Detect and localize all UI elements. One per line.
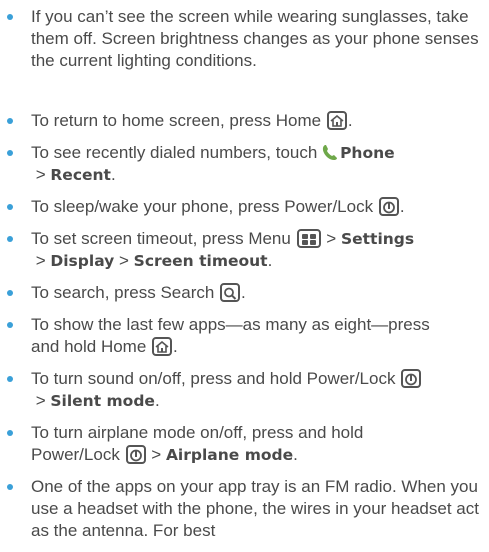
separator: > <box>31 165 51 184</box>
tip-text: To set screen timeout, press Menu <box>31 229 291 248</box>
tip-screen-timeout: To set screen timeout, press Menu > Sett… <box>0 228 489 272</box>
bullet-icon <box>7 118 13 124</box>
tip-text-end: . <box>154 391 160 410</box>
power-key-icon <box>125 445 146 464</box>
bullet-icon <box>7 484 13 490</box>
tip-home: To return to home screen, press Home . <box>0 110 489 132</box>
power-key-icon <box>401 369 422 388</box>
bullet-icon <box>7 376 13 382</box>
phone-icon <box>322 145 338 160</box>
bullet-icon <box>7 236 13 242</box>
tip-fm-radio: One of the apps on your app tray is an F… <box>0 476 489 542</box>
tip-text-end: . <box>267 251 273 270</box>
bullet-icon <box>7 150 13 156</box>
tip-text-end: . <box>293 445 298 464</box>
tip-sunglasses: If you can’t see the screen while wearin… <box>0 6 489 72</box>
recent-label: Recent <box>50 166 111 184</box>
power-key-icon <box>378 197 399 216</box>
tip-text-end: . <box>347 111 353 130</box>
tip-sleep-wake: To sleep/wake your phone, press Power/Lo… <box>0 196 489 218</box>
phone-label: Phone <box>340 144 395 162</box>
separator: > <box>31 391 51 410</box>
tip-text: To sleep/wake your phone, press Power/Lo… <box>31 197 374 216</box>
tip-text: If you can’t see the screen while wearin… <box>31 7 479 70</box>
tip-search: To search, press Search . <box>0 282 489 304</box>
separator: > <box>321 229 341 248</box>
tip-text: To see recently dialed numbers, touch <box>31 143 318 162</box>
bullet-icon <box>7 204 13 210</box>
display-label: Display <box>50 252 115 270</box>
settings-label: Settings <box>340 230 415 248</box>
tip-text: To turn sound on/off, press and hold Pow… <box>31 369 396 388</box>
separator: > <box>146 445 166 464</box>
tip-text: One of the apps on your app tray is an F… <box>31 477 479 540</box>
tip-text-end: . <box>399 197 405 216</box>
tip-text: To show the last few apps—as many as eig… <box>31 315 430 356</box>
tip-text: To search, press Search <box>31 283 215 302</box>
separator: > <box>114 251 134 270</box>
separator: > <box>31 251 51 270</box>
tip-text-end: . <box>110 165 116 184</box>
menu-key-icon <box>296 229 321 248</box>
screen-timeout-label: Screen timeout <box>133 252 268 270</box>
tip-airplane-mode: To turn airplane mode on/off, press and … <box>0 422 459 466</box>
tip-text-end: . <box>241 283 246 302</box>
tip-text-end: . <box>173 337 178 356</box>
bullet-icon <box>7 430 13 436</box>
tip-silent-mode: To turn sound on/off, press and hold Pow… <box>0 368 489 412</box>
tip-recent: To see recently dialed numbers, touch Ph… <box>0 142 489 186</box>
home-key-icon <box>152 337 173 356</box>
tip-recent-apps: To show the last few apps—as many as eig… <box>0 314 459 358</box>
airplane-mode-label: Airplane mode <box>165 446 294 464</box>
silent-mode-label: Silent mode <box>50 392 155 410</box>
search-key-icon <box>220 283 241 302</box>
bullet-icon <box>7 322 13 328</box>
home-key-icon <box>326 111 347 130</box>
bullet-icon <box>7 14 13 20</box>
bullet-icon <box>7 290 13 296</box>
tip-text: To return to home screen, press Home <box>31 111 322 130</box>
